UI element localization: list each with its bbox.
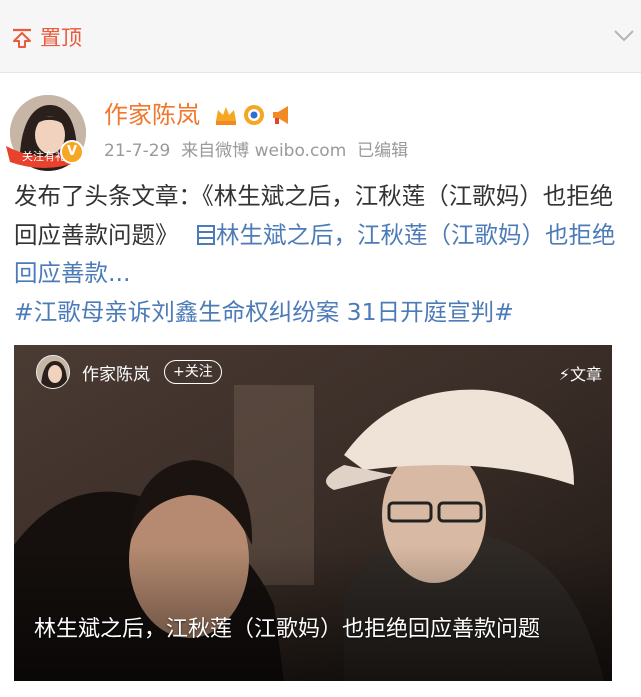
- chevron-down-icon[interactable]: [613, 28, 635, 44]
- pin-top-icon: [13, 28, 31, 48]
- hashtag-link[interactable]: #江歌母亲诉刘鑫生命权纠纷案 31日开庭宣判#: [14, 298, 514, 326]
- post-body: 发布了头条文章：《林生斌之后，江秋莲（江歌妈）也拒绝回应善款问题》 林生斌之后，…: [14, 177, 628, 331]
- article-card[interactable]: 作家陈岚 +关注 ⚡文章 林生斌之后，江秋莲（江歌妈）也拒绝回应善款问题: [14, 345, 612, 681]
- post-date: 21-7-29: [104, 141, 171, 161]
- card-author: 作家陈岚 +关注: [36, 355, 222, 389]
- author-name[interactable]: 作家陈岚: [104, 100, 200, 130]
- article-link-icon: [196, 224, 215, 245]
- article-tag-label: 文章: [569, 365, 602, 384]
- crown-icon: [216, 107, 236, 125]
- card-avatar[interactable]: [36, 355, 70, 389]
- post-source: 来自微博 weibo.com: [181, 141, 347, 161]
- pinned-header: 置顶: [0, 0, 641, 73]
- card-title[interactable]: 林生斌之后，江秋莲（江歌妈）也拒绝回应善款问题: [34, 615, 604, 645]
- post-meta: 21-7-29 来自微博 weibo.com 已编辑: [104, 140, 408, 162]
- card-author-name[interactable]: 作家陈岚: [82, 360, 150, 385]
- verified-badge: V: [60, 140, 84, 164]
- lightning-icon: ⚡: [558, 365, 570, 384]
- follow-button[interactable]: +关注: [164, 360, 222, 384]
- article-tag: ⚡文章: [559, 361, 602, 385]
- user-badges: [213, 102, 295, 128]
- weibo-eye-icon: [244, 105, 264, 125]
- megaphone-icon: [273, 106, 288, 124]
- pinned-label: 置顶: [40, 26, 82, 50]
- post-edited[interactable]: 已编辑: [357, 141, 408, 161]
